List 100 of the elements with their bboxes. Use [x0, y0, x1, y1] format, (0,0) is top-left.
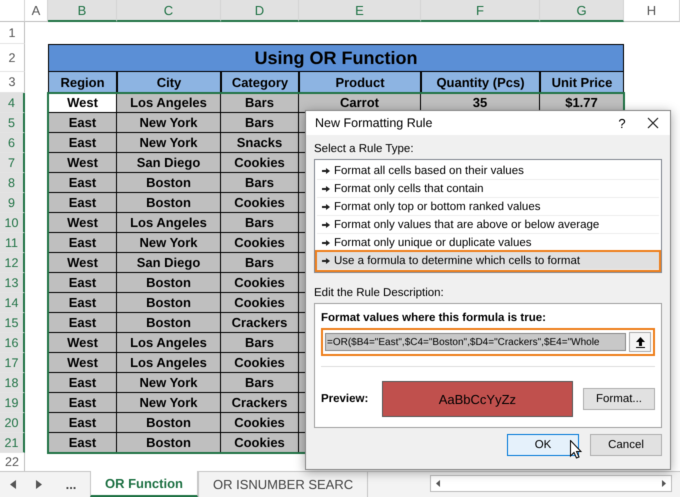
table-cell: Cookies — [221, 433, 299, 453]
table-cell: Los Angeles — [117, 353, 221, 373]
row-header[interactable]: 16 — [0, 333, 25, 353]
table-cell: Crackers — [221, 313, 299, 333]
rule-type-item[interactable]: Format only values that are above or below average — [317, 216, 659, 234]
close-icon[interactable] — [647, 117, 659, 129]
table-cell: Snacks — [221, 133, 299, 153]
column-header[interactable]: G — [540, 0, 624, 22]
arrow-bullet-icon — [322, 186, 330, 192]
column-header[interactable]: F — [421, 0, 540, 22]
table-cell: East — [48, 273, 117, 293]
help-button[interactable]: ? — [608, 116, 636, 130]
table-cell: West — [48, 153, 117, 173]
table-cell: Cookies — [221, 153, 299, 173]
dialog-title: New Formatting Rule — [315, 116, 434, 130]
column-heading: City — [117, 72, 221, 93]
row-header[interactable]: 4 — [0, 93, 25, 113]
row-header[interactable]: 13 — [0, 273, 25, 293]
column-heading: Product — [299, 72, 421, 93]
column-header[interactable]: E — [299, 0, 421, 22]
table-cell: Bars — [221, 173, 299, 193]
table-cell: Boston — [117, 293, 221, 313]
row-header[interactable]: 12 — [0, 253, 25, 273]
table-cell: Cookies — [221, 193, 299, 213]
column-header[interactable]: C — [117, 0, 221, 22]
table-cell: New York — [117, 133, 221, 153]
formula-field[interactable]: =OR($B4="East",$C4="Boston",$D4="Crackers",$E4="Whole — [325, 333, 626, 351]
column-header[interactable]: H — [624, 0, 680, 22]
row-header[interactable]: 5 — [0, 113, 25, 133]
column-heading: Region — [48, 72, 117, 93]
row-header[interactable]: 6 — [0, 133, 25, 153]
ok-button[interactable]: OK — [507, 434, 579, 456]
row-header[interactable]: 17 — [0, 353, 25, 373]
table-cell: West — [48, 353, 117, 373]
rule-type-item[interactable]: Format only cells that contain — [317, 180, 659, 198]
left-arrow-icon — [10, 480, 16, 489]
table-cell: Boston — [117, 193, 221, 213]
row-header[interactable]: 9 — [0, 193, 25, 213]
column-heading: Category — [221, 72, 299, 93]
table-cell: Cookies — [221, 233, 299, 253]
table-cell: West — [48, 253, 117, 273]
table-cell: Boston — [117, 313, 221, 333]
table-cell: Cookies — [221, 293, 299, 313]
rule-description-label: Edit the Rule Description: — [314, 287, 445, 299]
table-cell: San Diego — [117, 153, 221, 173]
arrow-bullet-icon — [322, 258, 330, 264]
table-cell: Bars — [221, 373, 299, 393]
table-cell: East — [48, 233, 117, 253]
cancel-button[interactable]: Cancel — [590, 434, 662, 456]
preview-sample: AaBbCcYyZz — [382, 381, 573, 417]
format-button[interactable]: Format... — [582, 388, 655, 410]
table-cell: East — [48, 113, 117, 133]
collapse-dialog-button[interactable] — [629, 332, 651, 352]
horizontal-scrollbar[interactable] — [430, 475, 672, 492]
more-sheets-button[interactable]: ... — [52, 472, 90, 497]
table-cell: West — [48, 333, 117, 353]
table-cell: Bars — [221, 213, 299, 233]
table-cell: West — [48, 213, 117, 233]
table-cell: Cookies — [221, 413, 299, 433]
table-cell: Bars — [221, 93, 299, 113]
row-header[interactable]: 18 — [0, 373, 25, 393]
row-header[interactable]: 8 — [0, 173, 25, 193]
row-header[interactable]: 7 — [0, 153, 25, 173]
table-cell: Boston — [117, 433, 221, 453]
sheet-tab[interactable]: OR ISNUMBER SEARC — [198, 472, 368, 497]
table-cell: East — [48, 433, 117, 453]
table-cell: East — [48, 313, 117, 333]
table-cell: New York — [117, 393, 221, 413]
row-header[interactable]: 21 — [0, 433, 25, 453]
table-cell: East — [48, 133, 117, 153]
table-cell: West — [48, 93, 117, 113]
row-header[interactable]: 11 — [0, 233, 25, 253]
row-header[interactable]: 20 — [0, 413, 25, 433]
row-header[interactable]: 15 — [0, 313, 25, 333]
row-header[interactable]: 19 — [0, 393, 25, 413]
table-cell: San Diego — [117, 253, 221, 273]
table-cell: New York — [117, 233, 221, 253]
row-header[interactable]: 14 — [0, 293, 25, 313]
table-cell: East — [48, 373, 117, 393]
column-heading: Unit Price — [540, 72, 624, 93]
row-header[interactable]: 2 — [0, 44, 25, 72]
rule-type-item[interactable]: Use a formula to determine which cells to format — [317, 252, 659, 270]
formula-label: Format values where this formula is true: — [321, 312, 547, 324]
row-header[interactable]: 1 — [0, 22, 25, 44]
upload-arrow-icon — [636, 336, 644, 348]
table-cell: Los Angeles — [117, 213, 221, 233]
table-cell: Boston — [117, 273, 221, 293]
column-header[interactable]: B — [48, 0, 117, 22]
table-title: Using OR Function — [48, 44, 624, 72]
table-cell: New York — [117, 113, 221, 133]
arrow-bullet-icon — [322, 240, 330, 246]
table-cell: East — [48, 193, 117, 213]
sheet-tab[interactable]: OR Function — [90, 471, 198, 497]
preview-label: Preview: — [321, 393, 370, 405]
mouse-pointer-icon — [570, 440, 582, 459]
row-header[interactable]: 10 — [0, 213, 25, 233]
rule-type-item[interactable]: Format only top or bottom ranked values — [317, 198, 659, 216]
column-header[interactable]: D — [221, 0, 299, 22]
rule-type-item[interactable]: Format all cells based on their values — [317, 162, 659, 180]
column-header[interactable]: A — [25, 0, 48, 22]
